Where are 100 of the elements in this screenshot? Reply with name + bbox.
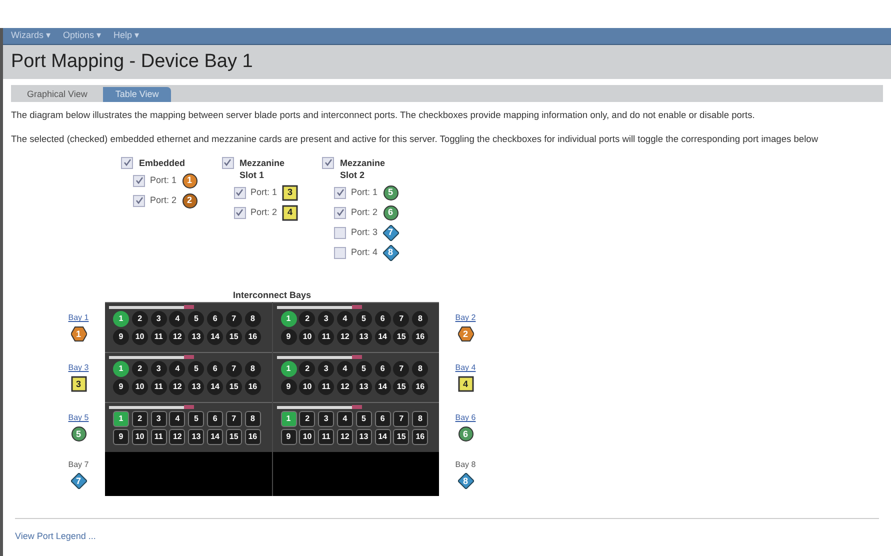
card-title: Embedded bbox=[139, 156, 186, 169]
diagram-title: Interconnect Bays bbox=[232, 288, 312, 302]
port-icon: 8 bbox=[244, 361, 261, 378]
port-icon: 8 bbox=[244, 311, 261, 328]
diamond-port-badge: 8 bbox=[382, 244, 399, 261]
port-label: Port: 1 bbox=[150, 174, 177, 188]
port-icon: 1 bbox=[113, 361, 129, 378]
port-icon: 14 bbox=[374, 329, 391, 346]
port-icon: 7 bbox=[226, 361, 242, 378]
circle-port-badge: 6 bbox=[458, 426, 474, 442]
checkbox[interactable] bbox=[133, 174, 145, 187]
checkbox[interactable] bbox=[222, 156, 234, 169]
port-icon: 1 bbox=[280, 311, 296, 328]
port-icon: 13 bbox=[356, 379, 372, 396]
port-icon: 9 bbox=[280, 429, 296, 446]
port-icon: 13 bbox=[356, 429, 372, 446]
port-label: Port: 1 bbox=[250, 186, 278, 200]
port-icon: 8 bbox=[412, 311, 428, 328]
port-icon: 7 bbox=[226, 411, 242, 428]
checkbox[interactable] bbox=[133, 194, 145, 207]
port-icon: 8 bbox=[412, 361, 428, 378]
port-icon: 11 bbox=[318, 329, 334, 346]
port-icon: 4 bbox=[336, 411, 353, 428]
bay-label: Bay 8 bbox=[455, 459, 476, 472]
port-icon: 10 bbox=[299, 329, 316, 346]
port-icon: 11 bbox=[318, 379, 334, 396]
port-icon: 10 bbox=[132, 329, 148, 346]
bay-link[interactable]: Bay 6 bbox=[455, 412, 476, 424]
port-icon: 14 bbox=[374, 379, 391, 396]
port-icon: 2 bbox=[299, 361, 316, 378]
port-icon: 11 bbox=[150, 379, 167, 396]
port-icon: 3 bbox=[318, 361, 334, 378]
diamond-port-badge: 8 bbox=[458, 473, 474, 490]
port-icon: 16 bbox=[244, 379, 261, 396]
port-icon: 15 bbox=[393, 329, 410, 346]
port-icon: 1 bbox=[280, 361, 296, 378]
port-icon: 6 bbox=[374, 311, 391, 328]
port-icon: 7 bbox=[226, 311, 242, 328]
checkbox[interactable] bbox=[334, 226, 346, 239]
checkbox[interactable] bbox=[334, 206, 346, 219]
port-icon: 2 bbox=[299, 411, 316, 428]
bay-link[interactable]: Bay 5 bbox=[68, 412, 89, 424]
port-icon: 12 bbox=[336, 379, 353, 396]
port-icon: 4 bbox=[169, 311, 186, 328]
port-icon: 4 bbox=[169, 411, 186, 428]
port-icon: 2 bbox=[132, 311, 148, 328]
checkbox[interactable] bbox=[334, 186, 346, 199]
port-icon: 13 bbox=[188, 429, 204, 446]
bay-label: Bay 7 bbox=[68, 459, 89, 472]
diamond-port-badge: 7 bbox=[382, 224, 399, 241]
hexagon-port-badge: 1 bbox=[70, 326, 86, 342]
port-label: Port: 2 bbox=[351, 206, 378, 220]
checkbox[interactable] bbox=[322, 156, 334, 169]
port-label: Port: 3 bbox=[351, 226, 378, 240]
port-icon: 15 bbox=[226, 429, 242, 446]
port-icon: 3 bbox=[150, 311, 167, 328]
port-icon: 12 bbox=[169, 379, 186, 396]
port-icon: 12 bbox=[169, 329, 186, 346]
port-icon: 3 bbox=[318, 311, 334, 328]
port-icon: 16 bbox=[412, 329, 428, 346]
square-port-badge: 4 bbox=[282, 204, 298, 221]
checkbox[interactable] bbox=[234, 206, 246, 219]
port-icon: 9 bbox=[113, 379, 129, 396]
port-icon: 4 bbox=[336, 311, 353, 328]
port-icon: 9 bbox=[113, 329, 129, 346]
diamond-port-badge: 7 bbox=[70, 473, 86, 490]
bay-link[interactable]: Bay 2 bbox=[455, 312, 476, 324]
port-icon: 1 bbox=[280, 411, 296, 428]
square-port-badge: 3 bbox=[282, 184, 298, 201]
port-icon: 15 bbox=[226, 379, 242, 396]
checkbox[interactable] bbox=[234, 186, 246, 199]
port-icon: 5 bbox=[188, 311, 204, 328]
port-icon: 3 bbox=[318, 411, 334, 428]
port-label: Port: 4 bbox=[351, 246, 378, 260]
port-icon: 14 bbox=[374, 429, 391, 446]
port-icon: 2 bbox=[299, 311, 316, 328]
bay-link[interactable]: Bay 4 bbox=[455, 362, 476, 374]
bay-link[interactable]: Bay 3 bbox=[68, 362, 89, 374]
checkbox[interactable] bbox=[121, 156, 133, 169]
page-title: Port Mapping - Device Bay 1 bbox=[11, 50, 253, 74]
port-icon: 8 bbox=[412, 411, 428, 428]
hexagon-port-badge: 2 bbox=[458, 326, 474, 342]
port-label: Port: 2 bbox=[250, 206, 278, 220]
checkbox[interactable] bbox=[334, 246, 346, 259]
port-icon: 8 bbox=[244, 411, 261, 428]
port-icon: 10 bbox=[132, 379, 148, 396]
port-icon: 3 bbox=[150, 411, 167, 428]
port-icon: 5 bbox=[356, 411, 372, 428]
port-icon: 3 bbox=[150, 361, 167, 378]
bay-link[interactable]: Bay 1 bbox=[68, 312, 89, 324]
circle-port-badge: 6 bbox=[382, 204, 399, 221]
port-icon: 1 bbox=[113, 411, 129, 428]
port-icon: 15 bbox=[393, 429, 410, 446]
square-port-badge: 4 bbox=[458, 376, 474, 392]
legend-link[interactable]: View Port Legend ... bbox=[15, 531, 96, 542]
port-icon: 16 bbox=[412, 379, 428, 396]
port-icon: 9 bbox=[280, 329, 296, 346]
card-title: Mezzanine bbox=[340, 156, 386, 169]
circle-port-badge: 2 bbox=[182, 192, 198, 209]
port-icon: 2 bbox=[132, 411, 148, 428]
